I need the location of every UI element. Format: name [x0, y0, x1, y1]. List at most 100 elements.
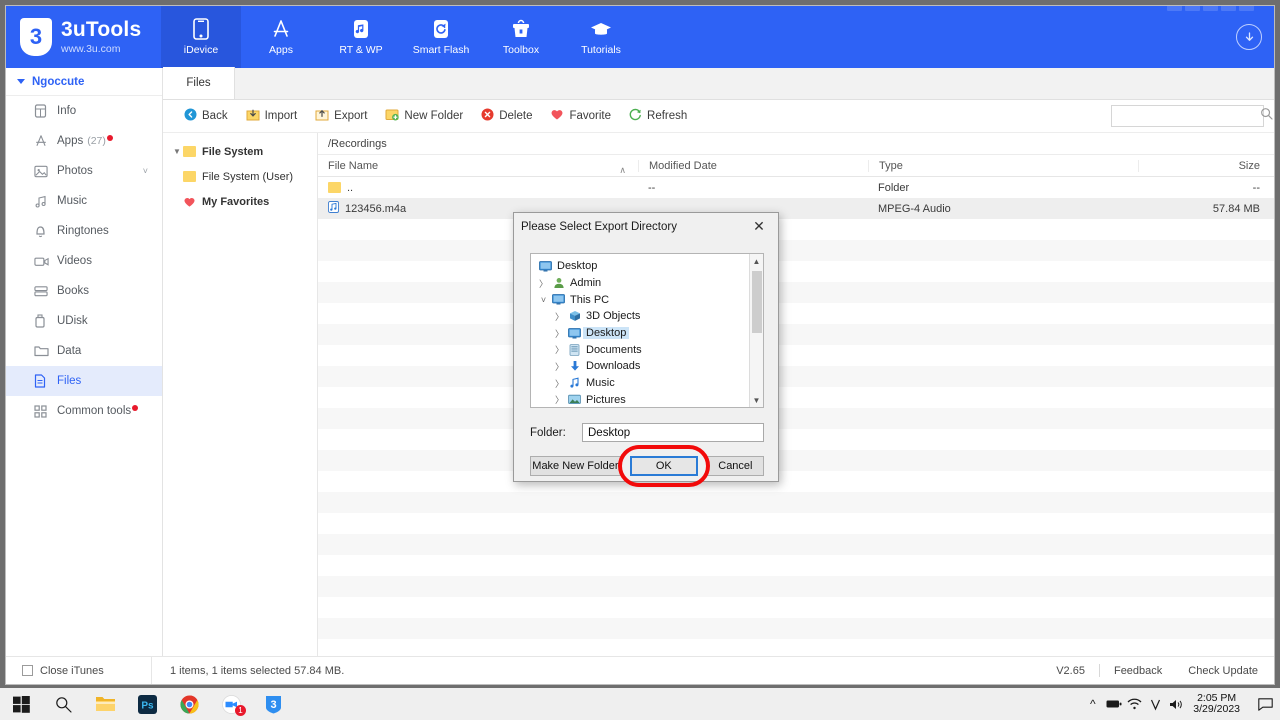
- notification-icon[interactable]: [1250, 697, 1280, 711]
- chevron-right-icon[interactable]: 〉: [553, 343, 566, 356]
- sidebar-item-books[interactable]: Books: [6, 276, 162, 306]
- cancel-button[interactable]: Cancel: [706, 456, 764, 476]
- check-update-link[interactable]: Check Update: [1188, 665, 1258, 677]
- chevron-right-icon[interactable]: 〉: [553, 360, 566, 373]
- file-explorer-icon[interactable]: [84, 688, 126, 720]
- zoom-icon[interactable]: 1: [210, 688, 252, 720]
- chevron-up-icon[interactable]: ^: [1082, 697, 1103, 711]
- chrome-icon[interactable]: [168, 688, 210, 720]
- tree-item-downloads[interactable]: 〉 Downloads: [531, 358, 749, 375]
- refresh-button[interactable]: Refresh: [620, 103, 696, 129]
- sidebar-item-common-tools[interactable]: Common tools: [6, 396, 162, 426]
- photoshop-icon[interactable]: Ps: [126, 688, 168, 720]
- sidebar-item-music[interactable]: Music: [6, 186, 162, 216]
- chevron-down-icon[interactable]: ▼: [171, 147, 183, 156]
- wifi-icon[interactable]: [1124, 698, 1145, 710]
- music-note-icon: [566, 377, 583, 389]
- tree-item-3d-objects[interactable]: 〉 3D Objects: [531, 308, 749, 325]
- import-label: Import: [264, 110, 298, 122]
- volume-icon[interactable]: [1166, 698, 1187, 711]
- close-icon[interactable]: ✕: [740, 213, 778, 240]
- sidebar-label-photos: Photos: [57, 165, 93, 177]
- sidebar-item-ringtones[interactable]: Ringtones: [6, 216, 162, 246]
- sidebar-item-data[interactable]: Data: [6, 336, 162, 366]
- sidebar-device-row[interactable]: Ngoccute: [6, 68, 162, 96]
- chevron-down-icon[interactable]: ˅: [537, 295, 550, 305]
- sort-ascending-icon[interactable]: ∧: [619, 165, 626, 176]
- 3utools-icon[interactable]: 3: [252, 688, 294, 720]
- column-label-file-name: File Name: [328, 159, 379, 172]
- column-header-type[interactable]: Type: [868, 159, 1138, 172]
- import-button[interactable]: Import: [237, 103, 307, 129]
- close-itunes-checkbox[interactable]: [22, 665, 33, 676]
- sidebar-item-udisk[interactable]: UDisk: [6, 306, 162, 336]
- back-button[interactable]: Back: [175, 103, 237, 129]
- cell-size: 57.84 MB: [1212, 202, 1260, 215]
- tree-item-music[interactable]: 〉 Music: [531, 375, 749, 392]
- v-icon[interactable]: [1145, 698, 1166, 711]
- tree-node-file-system-user[interactable]: File System (User): [163, 164, 317, 189]
- sidebar-item-info[interactable]: Info: [6, 96, 162, 126]
- chevron-right-icon[interactable]: 〉: [537, 277, 550, 290]
- search-input[interactable]: [1118, 110, 1260, 122]
- table-row[interactable]: .. -- Folder --: [318, 177, 1274, 198]
- tree-node-my-favorites[interactable]: My Favorites: [163, 189, 317, 214]
- nav-item-idevice[interactable]: iDevice: [161, 6, 241, 68]
- window-control-1[interactable]: [1167, 6, 1182, 11]
- tree-item-documents[interactable]: 〉 Documents: [531, 341, 749, 358]
- scroll-down-icon[interactable]: ▼: [750, 393, 763, 407]
- export-button[interactable]: Export: [306, 103, 376, 129]
- favorite-button[interactable]: Favorite: [541, 103, 620, 129]
- directory-tree[interactable]: Desktop 〉 Admin ˅ This PC 〉 3D Objects 〉…: [530, 253, 764, 408]
- tree-item-pictures[interactable]: 〉 Pictures: [531, 392, 749, 408]
- dialog-tree-scrollbar[interactable]: ▲ ▼: [749, 254, 763, 407]
- window-control-maximize[interactable]: [1221, 6, 1236, 11]
- download-arrow-icon[interactable]: [1236, 24, 1262, 50]
- chevron-right-icon[interactable]: 〉: [553, 377, 566, 390]
- search-icon[interactable]: [42, 688, 84, 720]
- scrollbar-thumb[interactable]: [752, 271, 762, 333]
- new-folder-button[interactable]: New Folder: [376, 103, 472, 129]
- chevron-right-icon[interactable]: 〉: [553, 393, 566, 406]
- nav-item-apps[interactable]: Apps: [241, 6, 321, 68]
- ok-button[interactable]: OK: [629, 456, 698, 476]
- search-icon[interactable]: [1260, 107, 1273, 125]
- chevron-down-icon[interactable]: ˅: [143, 166, 148, 176]
- tree-item-this-pc[interactable]: ˅ This PC: [531, 291, 749, 308]
- column-header-size[interactable]: Size: [1138, 159, 1274, 172]
- nav-item-tutorials[interactable]: Tutorials: [561, 6, 641, 68]
- tab-files[interactable]: Files: [163, 67, 235, 99]
- taskbar-clock[interactable]: 2:05 PM 3/29/2023: [1187, 693, 1250, 715]
- battery-icon[interactable]: [1103, 699, 1124, 709]
- close-itunes-checkbox-group[interactable]: Close iTunes: [6, 665, 151, 677]
- scroll-up-icon[interactable]: ▲: [750, 254, 763, 268]
- window-control-minimize[interactable]: [1203, 6, 1218, 11]
- table-row[interactable]: 123456.m4a MPEG-4 Audio 57.84 MB: [318, 198, 1274, 219]
- nav-item-rt-wp[interactable]: RT & WP: [321, 6, 401, 68]
- tree-item-desktop[interactable]: 〉 Desktop: [531, 325, 749, 342]
- make-new-folder-button[interactable]: Make New Folder: [530, 456, 621, 476]
- cube-icon: [566, 310, 583, 322]
- search-box[interactable]: [1111, 105, 1273, 127]
- sidebar-item-videos[interactable]: Videos: [6, 246, 162, 276]
- folder-input[interactable]: [582, 423, 764, 442]
- tree-node-file-system[interactable]: ▼ File System: [163, 139, 317, 164]
- tree-item-desktop-root[interactable]: Desktop: [531, 258, 749, 275]
- file-list-pane: /Recordings File Name ∧ Modified Date Ty…: [318, 133, 1274, 656]
- window-control-close[interactable]: [1239, 6, 1254, 11]
- refresh-label: Refresh: [647, 110, 688, 122]
- nav-item-smart-flash[interactable]: Smart Flash: [401, 6, 481, 68]
- column-header-modified-date[interactable]: Modified Date: [638, 159, 868, 172]
- windows-start-icon[interactable]: [0, 688, 42, 720]
- feedback-link[interactable]: Feedback: [1114, 665, 1162, 677]
- chevron-right-icon[interactable]: 〉: [553, 310, 566, 323]
- sidebar-item-apps[interactable]: Apps (27): [6, 126, 162, 156]
- nav-item-toolbox[interactable]: Toolbox: [481, 6, 561, 68]
- sidebar-item-photos[interactable]: Photos ˅: [6, 156, 162, 186]
- chevron-right-icon[interactable]: 〉: [553, 327, 566, 340]
- window-control-2[interactable]: [1185, 6, 1200, 11]
- sidebar-item-files[interactable]: Files: [6, 366, 162, 396]
- tree-item-admin[interactable]: 〉 Admin: [531, 275, 749, 292]
- delete-button[interactable]: Delete: [472, 103, 541, 129]
- column-header-file-name[interactable]: File Name ∧: [318, 159, 638, 175]
